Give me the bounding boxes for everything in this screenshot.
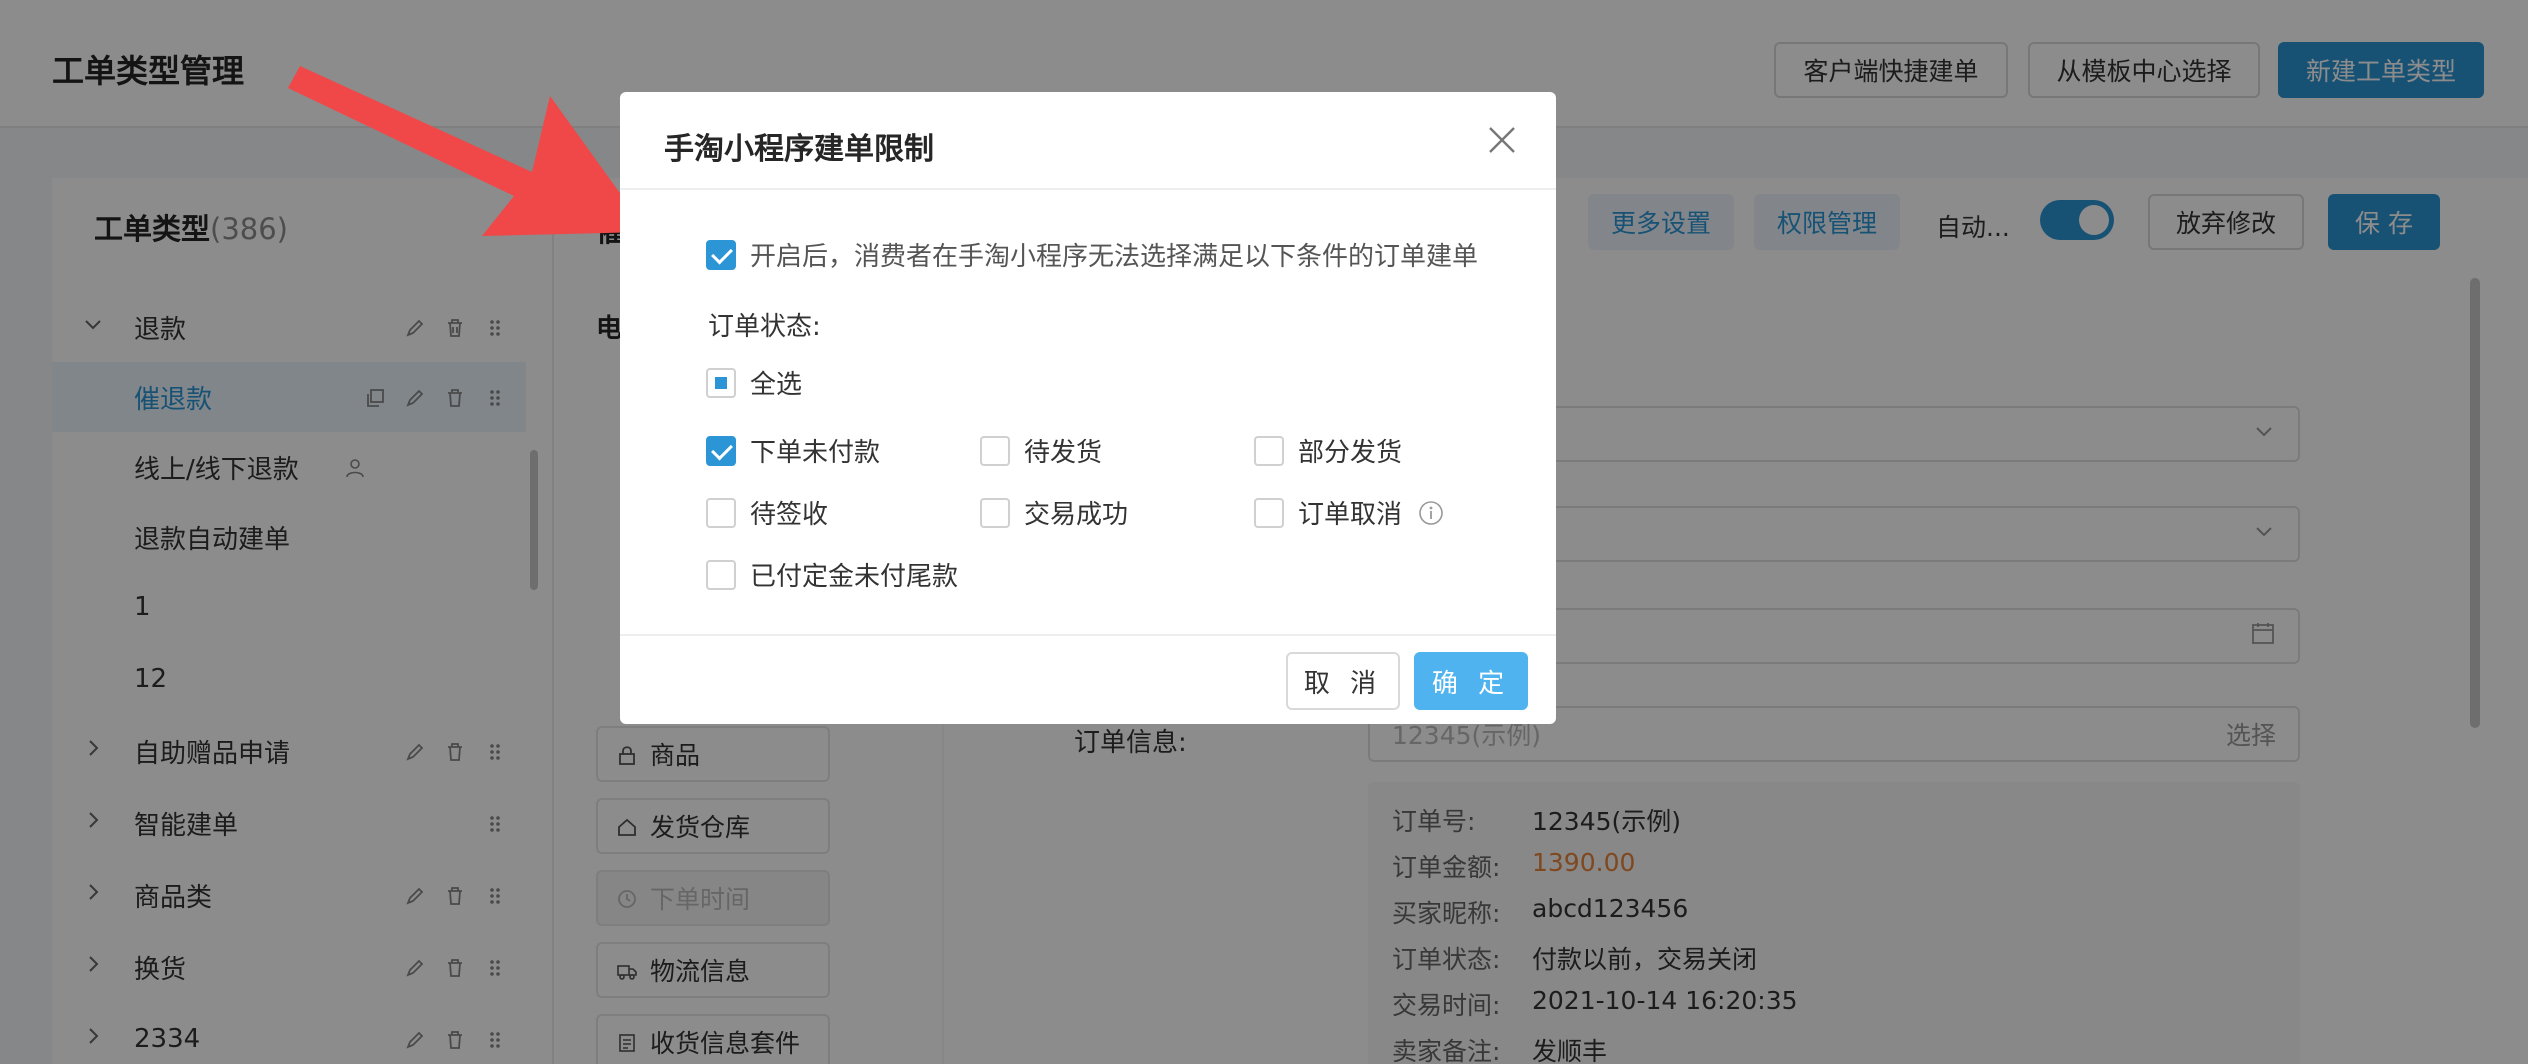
status-option-deposit-paid[interactable]: 已付定金未付尾款 [706,556,958,593]
checkbox[interactable] [980,497,1010,528]
select-all-checkbox[interactable]: 全选 [706,364,802,401]
cancel-button[interactable]: 取 消 [1286,652,1400,710]
checkbox[interactable] [1254,435,1284,466]
status-option-unpaid[interactable]: 下单未付款 [706,432,880,469]
order-status-label: 订单状态: [708,312,821,342]
status-option-label: 部分发货 [1298,438,1403,468]
checkbox-checked[interactable] [706,239,736,270]
status-option-trade-success[interactable]: 交易成功 [980,494,1128,531]
status-option-label: 交易成功 [1024,500,1129,530]
checkbox[interactable] [706,497,736,528]
dialog-header-divider [620,188,1556,190]
confirm-button[interactable]: 确 定 [1414,652,1528,710]
status-option-order-cancelled[interactable]: 订单取消 [1254,494,1444,531]
status-option-label: 待发货 [1024,438,1103,468]
checkbox[interactable] [706,559,736,590]
taobao-miniapp-restriction-dialog: 手淘小程序建单限制 开启后，消费者在手淘小程序无法选择满足以下条件的订单建单 订… [620,92,1556,724]
checkbox-indeterminate[interactable] [706,367,736,398]
status-option-label: 待签收 [750,500,829,530]
checkbox-checked[interactable] [706,435,736,466]
status-option-awaiting-shipment[interactable]: 待发货 [980,432,1102,469]
enable-restriction-checkbox[interactable]: 开启后，消费者在手淘小程序无法选择满足以下条件的订单建单 [706,236,1478,273]
dialog-title: 手淘小程序建单限制 [664,132,934,167]
select-all-label: 全选 [750,370,803,400]
info-icon[interactable] [1418,500,1444,526]
checkbox[interactable] [1254,497,1284,528]
status-option-awaiting-receipt[interactable]: 待签收 [706,494,828,531]
status-option-label: 下单未付款 [750,438,881,468]
close-icon[interactable] [1486,124,1518,156]
dialog-footer-divider [620,634,1556,636]
checkbox[interactable] [980,435,1010,466]
status-option-partial-shipped[interactable]: 部分发货 [1254,432,1402,469]
status-option-label: 已付定金未付尾款 [750,562,959,592]
status-option-label: 订单取消 [1298,500,1403,530]
annotation-arrow-icon [288,66,648,236]
enable-restriction-text: 开启后，消费者在手淘小程序无法选择满足以下条件的订单建单 [750,242,1479,272]
